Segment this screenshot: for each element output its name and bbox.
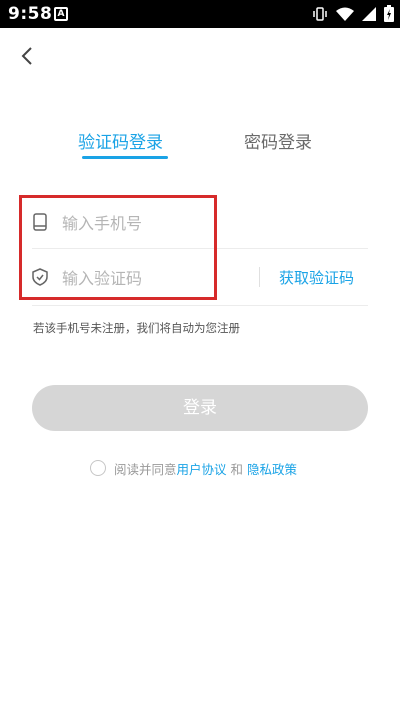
phone-icon <box>33 213 47 231</box>
chevron-left-icon[interactable] <box>16 44 40 68</box>
status-time: 9:58 <box>8 4 53 24</box>
notification-icon: A <box>54 7 68 21</box>
phone-field-divider <box>32 248 368 249</box>
login-tabs: 验证码登录 密码登录 <box>0 128 400 168</box>
wifi-icon <box>336 7 354 21</box>
phone-field[interactable]: 输入手机号 <box>32 195 368 249</box>
shield-icon <box>32 268 48 286</box>
login-button[interactable]: 登录 <box>32 385 368 431</box>
auto-register-hint: 若该手机号未注册，我们将自动为您注册 <box>33 321 240 335</box>
privacy-policy-link[interactable]: 隐私政策 <box>247 459 297 478</box>
code-field-divider <box>32 305 368 306</box>
agreement-checkbox[interactable] <box>90 460 106 476</box>
vibrate-icon <box>313 6 327 21</box>
agreement-prefix: 阅读并同意 <box>114 461 177 477</box>
system-icons <box>312 5 394 22</box>
agreement-row: 阅读并同意 用户协议 和 隐私政策 <box>90 458 297 478</box>
user-agreement-link[interactable]: 用户协议 <box>177 459 227 478</box>
active-tab-indicator <box>82 156 168 159</box>
signal-icon <box>362 6 376 21</box>
get-code-button[interactable]: 获取验证码 <box>279 267 354 288</box>
tab-password-login[interactable]: 密码登录 <box>244 128 312 153</box>
code-input-placeholder[interactable]: 输入验证码 <box>62 265 142 289</box>
phone-input-placeholder[interactable]: 输入手机号 <box>62 210 142 234</box>
get-code-separator <box>259 267 260 287</box>
tab-sms-login[interactable]: 验证码登录 <box>78 128 163 153</box>
battery-icon <box>384 5 394 22</box>
agreement-and: 和 <box>230 461 244 477</box>
status-bar: 9:58 A <box>0 0 400 28</box>
